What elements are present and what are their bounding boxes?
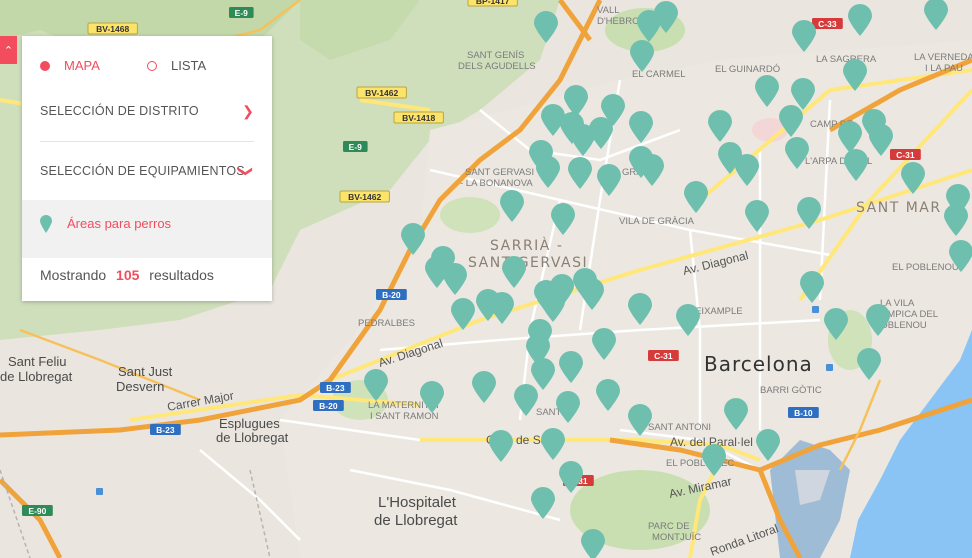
park-area [440,197,500,233]
neighborhood-label: EL CARMEL [632,69,686,80]
road-shield-label: B-20 [319,401,338,411]
district-selector[interactable]: SELECCIÓN DE DISTRITO ❯ [40,103,254,119]
road-shield-label: E-9 [349,142,363,152]
neighborhood-label: VILA DE GRÀCIA [619,216,695,227]
town-label: de Llobregat [0,369,73,384]
neighborhood-label: DELS AGUDELLS [458,61,536,72]
district-label-sarria: SARRIÀ - [490,237,563,254]
bus-icon [826,364,833,371]
results-suffix: resultados [149,267,214,283]
neighborhood-label: I SANT RAMON [370,411,439,422]
road-shield-label: B-20 [382,290,401,300]
district-selector-label: SELECCIÓN DE DISTRITO [40,104,199,118]
road-shield: BV-1468 [87,22,138,35]
town-label: Desvern [116,379,164,394]
district-label-sant-marti: SANT MAR [856,200,942,216]
tab-mapa-label: MAPA [64,58,100,73]
neighborhood-label: SANT GERVASI [465,167,534,178]
road-shield-label: BV-1418 [402,113,435,123]
road-shield-label: E-9 [235,8,249,18]
road-shield-label: B-23 [156,425,175,435]
road-shield: B-20 [313,400,344,411]
road-shield-label: C-33 [818,19,837,29]
neighborhood-label: PEDRALBES [358,318,415,329]
tab-lista-label: LISTA [171,58,207,73]
results-count: Mostrando 105 resultados [40,267,214,283]
road-shield: E-9 [229,7,254,18]
road-shield: BV-1462 [356,86,407,99]
neighborhood-label: VALL [597,5,620,16]
road-shield-label: BV-1462 [348,192,381,202]
road-shield-label: BP-1417 [476,0,510,6]
divider [40,141,254,142]
neighborhood-label: SANT ANTONI [648,422,711,433]
road-shield: C-31 [890,149,921,160]
neighborhood-label: EL POBLENOU [892,262,959,273]
road-shield-label: C-31 [896,150,915,160]
road-shield-label: B-23 [326,383,345,393]
bus-icon [96,488,103,495]
road-shield: C-31 [648,350,679,361]
road-shield: B-23 [150,424,181,435]
equipment-selector[interactable]: SELECCIÓN DE EQUIPAMIENTOS ❯ [40,164,255,178]
road-shield-label: B-10 [794,408,813,418]
view-tabs: MAPA LISTA [22,36,272,96]
tab-lista[interactable]: LISTA [147,58,206,73]
filter-panel: MAPA LISTA SELECCIÓN DE DISTRITO ❯ SELEC… [22,36,272,301]
neighborhood-label: LA VERNEDA [914,52,972,63]
filter-item-label: Áreas para perros [67,216,172,231]
road-shield: B-10 [788,407,819,418]
district-label-sant-gervasi: SANT GERVASI [468,255,588,271]
town-label: Sant Feliu [8,354,67,369]
town-label: Esplugues [219,416,280,431]
road-shield: B-23 [320,382,351,393]
road-shield-label: BV-1468 [96,24,129,34]
results-number: 105 [116,267,140,283]
neighborhood-label: EL GUINARDÓ [715,64,780,75]
road-shield: B-20 [376,289,407,300]
city-label-barcelona: Barcelona [704,352,813,376]
neighborhood-label: BARRI GÒTIC [760,385,822,396]
chevron-up-icon: ⌃ [3,44,14,57]
radio-unselected-icon [147,60,157,71]
collapse-panel-button[interactable]: ⌃ [0,36,17,64]
results-prefix: Mostrando [40,267,107,283]
radio-selected-icon [40,60,50,71]
neighborhood-label: MONTJUÏC [652,532,701,543]
bus-icon [812,306,819,313]
road-shield-label: E-90 [28,506,46,516]
tab-mapa[interactable]: MAPA [40,58,100,73]
map-pin-icon [40,215,52,233]
road-shield: E-9 [343,141,368,152]
neighborhood-label: PARC DE [648,521,690,532]
neighborhood-label: SANT GENÍS [467,50,524,61]
road-shield-label: BV-1462 [365,88,398,98]
town-label: L'Hospitalet [378,494,457,511]
town-label: de Llobregat [374,512,458,529]
road-shield: BV-1462 [339,190,390,203]
road-shield: C-33 [812,18,843,29]
chevron-right-icon: ❯ [242,103,254,119]
town-label: de Llobregat [216,430,289,445]
road-shield: BP-1417 [467,0,518,7]
equipment-selector-label: SELECCIÓN DE EQUIPAMIENTOS [40,164,245,178]
road-shield: BV-1418 [393,111,444,124]
road-shield: E-90 [22,505,53,516]
chevron-down-icon: ❯ [238,165,255,178]
neighborhood-label: - LA BONANOVA [460,178,533,189]
filter-item-dog-areas[interactable]: Áreas para perros [22,200,272,258]
road-shield-label: C-31 [654,351,673,361]
neighborhood-label: I LA PAU [925,63,963,74]
town-label: Sant Just [118,364,173,379]
